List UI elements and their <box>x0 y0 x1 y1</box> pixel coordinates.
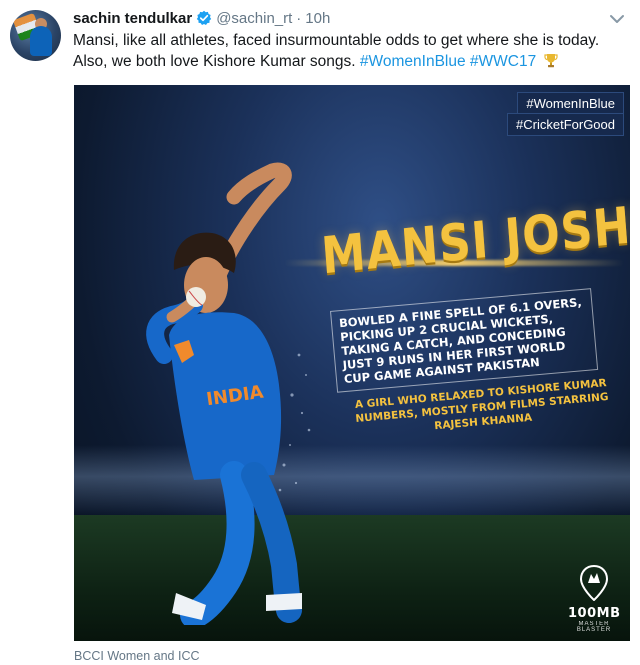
tweet-line-1: Mansi, like all athletes, faced insurmou… <box>73 32 600 49</box>
badge-cricketforgood: #CricketForGood <box>507 113 624 136</box>
stat-text: Bowled a fine spell of 6.1 overs, pickin… <box>338 295 583 387</box>
tweet-line-2-text: Also, we both love Kishore Kumar songs. <box>73 53 356 70</box>
player-name-title: MANSI JOSHI <box>319 194 630 286</box>
hashtag-wwc17[interactable]: #WWC17 <box>470 53 536 70</box>
hashtag-womeninblue[interactable]: #WomenInBlue <box>360 53 466 70</box>
avatar-figure <box>30 26 52 56</box>
tweet-media-image[interactable]: #WomenInBlue #CricketForGood INDIA MANSI… <box>74 85 630 641</box>
author-handle[interactable]: @sachin_rt <box>216 10 292 27</box>
author-name[interactable]: sachin tendulkar <box>73 10 192 27</box>
brand-logo: 100MB MASTER BLASTER <box>568 564 621 633</box>
badge-womeninblue: #WomenInBlue <box>517 92 624 115</box>
separator-dot: · <box>296 9 302 27</box>
chevron-down-icon[interactable] <box>608 12 626 24</box>
tweet-header: sachin tendulkar @sachin_rt · 10h <box>73 8 330 28</box>
media-credit[interactable]: BCCI Women and ICC <box>74 649 200 663</box>
brand-subtitle: MASTER BLASTER <box>576 621 612 633</box>
trophy-icon <box>543 53 558 68</box>
brand-name: 100MB <box>568 606 621 621</box>
tweet-text: Mansi, like all athletes, faced insurmou… <box>73 30 623 72</box>
tweet-timestamp[interactable]: 10h <box>305 10 330 27</box>
tweet-line-2: Also, we both love Kishore Kumar songs. … <box>73 51 623 72</box>
stat-box: Bowled a fine spell of 6.1 overs, pickin… <box>330 288 599 393</box>
avatar[interactable] <box>10 10 61 61</box>
map-pin-logo-icon <box>579 564 609 602</box>
verified-badge-icon <box>196 10 212 26</box>
player-illustration: INDIA <box>146 162 311 625</box>
